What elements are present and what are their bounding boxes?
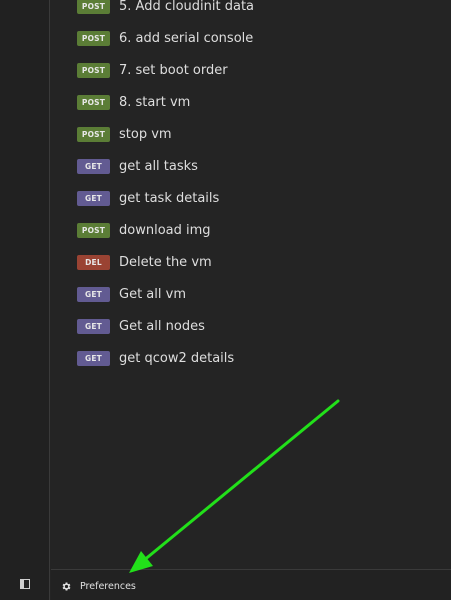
- method-badge: POST: [77, 94, 110, 110]
- list-item[interactable]: POST stop vm: [51, 118, 451, 150]
- method-badge: POST: [77, 222, 110, 238]
- list-item[interactable]: GET get task details: [51, 182, 451, 214]
- request-list: POST 5. Add cloudinit data POST 6. add s…: [51, 0, 451, 374]
- request-name: 6. add serial console: [119, 30, 254, 46]
- gear-icon: [62, 581, 71, 591]
- list-item[interactable]: DEL Delete the vm: [51, 246, 451, 278]
- method-badge: GET: [77, 350, 110, 366]
- request-name: Get all vm: [119, 286, 186, 302]
- method-badge: GET: [77, 158, 110, 174]
- list-item[interactable]: POST download img: [51, 214, 451, 246]
- left-rail: [0, 0, 50, 600]
- request-name: 8. start vm: [119, 94, 191, 110]
- preferences-button[interactable]: Preferences: [61, 578, 136, 594]
- request-name: 5. Add cloudinit data: [119, 0, 255, 14]
- request-name: get task details: [119, 190, 220, 206]
- list-item[interactable]: POST 7. set boot order: [51, 54, 451, 86]
- list-item[interactable]: GET Get all nodes: [51, 310, 451, 342]
- request-name: Get all nodes: [119, 318, 205, 334]
- preferences-label: Preferences: [80, 580, 136, 592]
- method-badge: DEL: [77, 254, 110, 270]
- request-name: 7. set boot order: [119, 62, 228, 78]
- request-name: stop vm: [119, 126, 172, 142]
- method-badge: GET: [77, 318, 110, 334]
- method-badge: POST: [77, 30, 110, 46]
- method-badge: POST: [77, 62, 110, 78]
- list-item[interactable]: GET get all tasks: [51, 150, 451, 182]
- request-name: download img: [119, 222, 211, 238]
- method-badge: GET: [77, 286, 110, 302]
- method-badge: GET: [77, 190, 110, 206]
- method-badge: POST: [77, 0, 110, 14]
- list-item[interactable]: POST 6. add serial console: [51, 22, 451, 54]
- app-window: POST 5. Add cloudinit data POST 6. add s…: [0, 0, 451, 600]
- footer-bar: Preferences: [51, 569, 451, 600]
- request-name: get qcow2 details: [119, 350, 235, 366]
- request-list-panel: POST 5. Add cloudinit data POST 6. add s…: [51, 0, 451, 568]
- list-item[interactable]: GET get qcow2 details: [51, 342, 451, 374]
- list-item[interactable]: POST 8. start vm: [51, 86, 451, 118]
- list-item[interactable]: GET Get all vm: [51, 278, 451, 310]
- request-name: Delete the vm: [119, 254, 212, 270]
- sidebar-toggle-icon[interactable]: [20, 579, 30, 589]
- list-item[interactable]: POST 5. Add cloudinit data: [51, 0, 451, 22]
- request-name: get all tasks: [119, 158, 198, 174]
- method-badge: POST: [77, 126, 110, 142]
